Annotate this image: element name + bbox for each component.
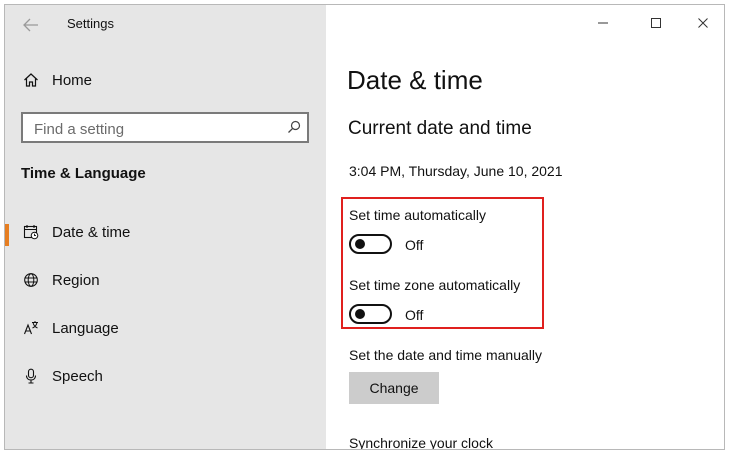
set-time-auto-toggle[interactable] [349,234,392,254]
sidebar-item-date-time[interactable]: Date & time [5,212,326,252]
close-button[interactable] [692,13,714,33]
microphone-icon [22,367,40,385]
content-pane: Date & time Current date and time 3:04 P… [326,5,724,449]
sidebar-item-label: Date & time [52,223,131,241]
section-title: Time & Language [21,165,146,182]
back-arrow-icon [23,18,38,32]
search-icon[interactable] [287,120,301,134]
page-title: Date & time [347,65,483,95]
maximize-button[interactable] [645,13,667,33]
sidebar-item-label: Speech [52,367,103,385]
current-datetime: 3:04 PM, Thursday, June 10, 2021 [349,163,563,179]
minimize-button[interactable] [592,13,614,33]
section-subheading: Current date and time [348,118,532,139]
search-box [21,112,309,143]
settings-window: Settings Home Time & Language [4,4,725,450]
sidebar: Settings Home Time & Language [5,5,326,449]
maximize-icon [651,18,661,28]
globe-icon [22,271,40,289]
sync-clock-label: Synchronize your clock [349,435,493,450]
back-button[interactable] [19,15,43,35]
close-icon [698,18,708,28]
sidebar-item-label: Home [52,71,93,89]
window-title: Settings [67,16,114,31]
change-button[interactable]: Change [349,372,439,404]
minimize-icon [598,22,608,24]
sidebar-item-label: Region [52,271,100,289]
home-icon [22,71,40,89]
set-timezone-auto-label: Set time zone automatically [349,277,521,293]
set-timezone-auto-state: Off [405,307,424,323]
sidebar-item-language[interactable]: Language [5,308,326,348]
toggle-knob [355,309,365,319]
language-icon [22,319,40,337]
toggle-knob [355,239,365,249]
sidebar-item-speech[interactable]: Speech [5,356,326,396]
sidebar-item-label: Language [52,319,119,337]
set-timezone-auto-toggle[interactable] [349,304,392,324]
search-input[interactable] [32,118,276,140]
sidebar-item-home[interactable]: Home [5,60,326,100]
set-time-auto-state: Off [405,237,424,253]
manual-datetime-label: Set the date and time manually [349,347,543,363]
sidebar-item-region[interactable]: Region [5,260,326,300]
set-time-auto-label: Set time automatically [349,207,486,223]
calendar-clock-icon [22,223,40,241]
